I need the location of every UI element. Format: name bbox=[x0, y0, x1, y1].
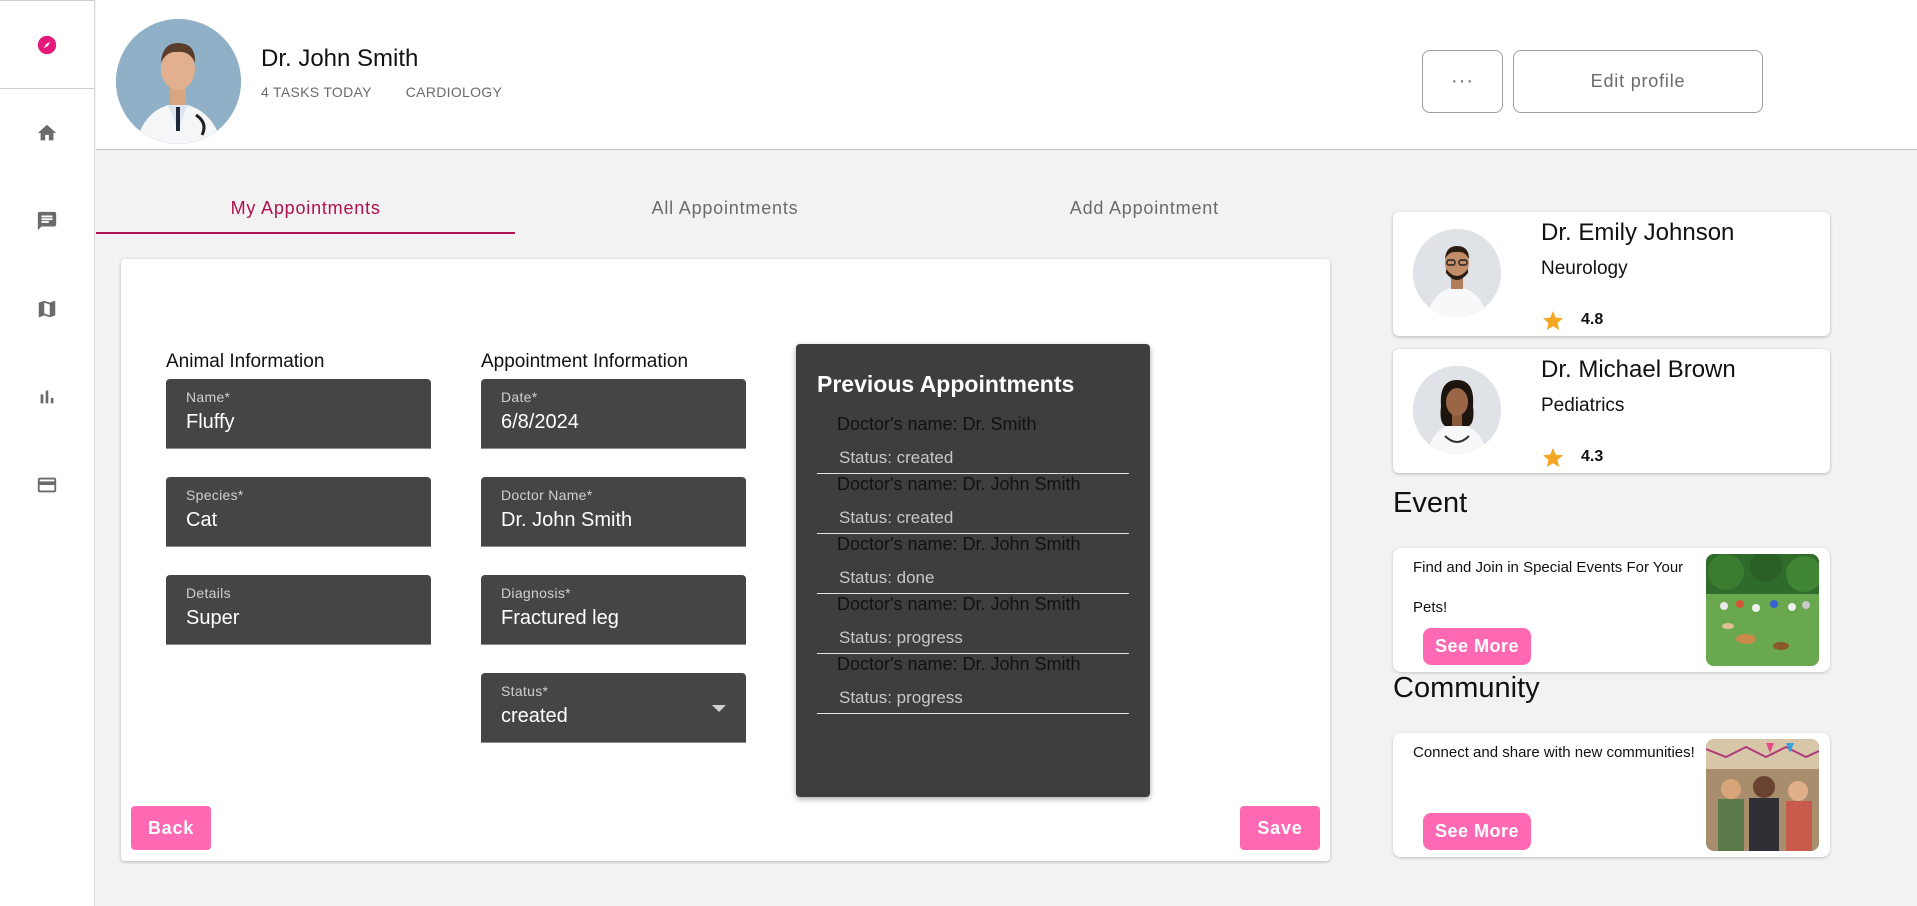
appointment-doctor: Doctor's name: Dr. John Smith bbox=[837, 594, 1081, 614]
appointment-status: Status: created bbox=[839, 448, 954, 467]
field-value: Super bbox=[186, 607, 240, 629]
list-item[interactable]: Doctor's name: Dr. John Smith Status: do… bbox=[817, 534, 1129, 594]
field-label: Diagnosis* bbox=[501, 585, 571, 601]
sidebar-item-payments[interactable] bbox=[0, 441, 94, 529]
chevron-down-icon[interactable] bbox=[712, 705, 726, 712]
field-label: Name* bbox=[186, 389, 231, 405]
back-button[interactable]: Back bbox=[131, 806, 211, 850]
tab-add-appointment[interactable]: Add Appointment bbox=[935, 182, 1354, 234]
sidebar-item-analytics[interactable] bbox=[0, 353, 94, 441]
doctor-name-field[interactable]: Doctor Name* Dr. John Smith bbox=[481, 477, 746, 547]
previous-appointments-panel: Previous Appointments Doctor's name: Dr.… bbox=[796, 344, 1150, 797]
star-icon bbox=[1543, 448, 1563, 467]
appointment-doctor: Doctor's name: Dr. John Smith bbox=[837, 654, 1081, 674]
species-field[interactable]: Species* Cat bbox=[166, 477, 431, 547]
field-label: Species* bbox=[186, 487, 244, 503]
doctor-card-name: Dr. Michael Brown bbox=[1541, 356, 1736, 383]
sidebar bbox=[0, 0, 95, 906]
field-label: Status* bbox=[501, 683, 549, 699]
compass-icon bbox=[37, 35, 57, 54]
sidebar-item-messages[interactable] bbox=[0, 177, 94, 265]
field-label: Details bbox=[186, 585, 231, 601]
community-image bbox=[1706, 739, 1819, 851]
list-item[interactable]: Doctor's name: Dr. Smith Status: created bbox=[817, 414, 1129, 474]
event-description: Find and Join in Special Events For Your… bbox=[1413, 559, 1684, 616]
appointment-status: Status: created bbox=[839, 508, 954, 527]
doctor-card-specialty: Pediatrics bbox=[1541, 395, 1625, 416]
star-icon bbox=[1543, 311, 1563, 330]
appointment-card: Animal Information Appointment Informati… bbox=[121, 259, 1330, 861]
field-value: Cat bbox=[186, 509, 218, 531]
field-value: created bbox=[501, 705, 568, 727]
doctor-name: Dr. John Smith bbox=[261, 45, 419, 72]
tab-all-appointments[interactable]: All Appointments bbox=[515, 182, 934, 234]
field-value: Dr. John Smith bbox=[501, 509, 633, 531]
doctor-card-rating: 4.8 bbox=[1581, 311, 1604, 328]
field-label: Doctor Name* bbox=[501, 487, 593, 503]
doctor-meta: 4 TASKS TODAY CARDIOLOGY bbox=[261, 84, 502, 100]
doctor-card[interactable]: Dr. Emily Johnson Neurology 4.8 bbox=[1393, 212, 1830, 336]
community-heading: Community bbox=[1393, 672, 1540, 704]
appointment-status: Status: done bbox=[839, 568, 935, 587]
map-icon bbox=[38, 300, 56, 318]
department-label: CARDIOLOGY bbox=[405, 84, 503, 100]
sidebar-item-explore[interactable] bbox=[0, 0, 94, 89]
diagnosis-field[interactable]: Diagnosis* Fractured leg bbox=[481, 575, 746, 645]
appointment-status: Status: progress bbox=[839, 688, 963, 707]
appointment-status: Status: progress bbox=[839, 628, 963, 647]
list-item[interactable]: Doctor's name: Dr. John Smith Status: pr… bbox=[817, 594, 1129, 654]
edit-profile-button[interactable]: Edit profile bbox=[1513, 50, 1763, 113]
appointment-info-title: Appointment Information bbox=[481, 351, 689, 372]
list-item[interactable]: Doctor's name: Dr. John Smith Status: cr… bbox=[817, 474, 1129, 534]
field-value: Fractured leg bbox=[501, 607, 619, 629]
sidebar-item-home[interactable] bbox=[0, 89, 94, 177]
doctor-card[interactable]: Dr. Michael Brown Pediatrics 4.3 bbox=[1393, 349, 1830, 473]
event-heading: Event bbox=[1393, 487, 1468, 519]
credit-card-icon bbox=[37, 477, 57, 493]
doctor-card-specialty: Neurology bbox=[1541, 258, 1628, 279]
field-label: Date* bbox=[501, 389, 538, 405]
avatar bbox=[116, 19, 241, 144]
home-icon bbox=[37, 124, 57, 141]
bar-chart-icon bbox=[40, 390, 54, 404]
event-image bbox=[1706, 554, 1819, 666]
animal-info-title: Animal Information bbox=[166, 351, 325, 372]
field-value: Fluffy bbox=[186, 411, 235, 433]
community-card: Connect and share with new communities! … bbox=[1393, 733, 1830, 857]
save-button[interactable]: Save bbox=[1240, 806, 1320, 850]
event-see-more-button[interactable]: See More bbox=[1423, 628, 1531, 665]
field-value: 6/8/2024 bbox=[501, 411, 579, 433]
event-card: Find and Join in Special Events For Your… bbox=[1393, 548, 1830, 672]
appointment-doctor: Doctor's name: Dr. John Smith bbox=[837, 474, 1081, 494]
tasks-count: 4 TASKS TODAY bbox=[261, 84, 372, 100]
appointment-doctor: Doctor's name: Dr. John Smith bbox=[837, 534, 1081, 554]
avatar bbox=[1413, 366, 1501, 454]
avatar bbox=[1413, 229, 1501, 317]
name-field[interactable]: Name* Fluffy bbox=[166, 379, 431, 449]
community-description: Connect and share with new communities! bbox=[1413, 744, 1695, 761]
more-options-button[interactable]: ··· bbox=[1422, 50, 1503, 113]
details-field[interactable]: Details Super bbox=[166, 575, 431, 645]
appointment-doctor: Doctor's name: Dr. Smith bbox=[837, 414, 1037, 434]
doctor-card-rating: 4.3 bbox=[1581, 448, 1604, 465]
doctor-card-name: Dr. Emily Johnson bbox=[1541, 219, 1735, 246]
previous-appointments-list: Doctor's name: Dr. Smith Status: created… bbox=[817, 414, 1129, 714]
appointment-tabs: My Appointments All Appointments Add App… bbox=[96, 182, 1354, 234]
previous-appointments-title: Previous Appointments bbox=[817, 371, 1075, 397]
chat-icon bbox=[37, 211, 57, 231]
list-item[interactable]: Doctor's name: Dr. John Smith Status: pr… bbox=[817, 654, 1129, 714]
sidebar-item-map[interactable] bbox=[0, 265, 94, 353]
date-field[interactable]: Date* 6/8/2024 bbox=[481, 379, 746, 449]
status-select[interactable]: Status* created bbox=[481, 673, 746, 743]
profile-header: Dr. John Smith 4 TASKS TODAY CARDIOLOGY … bbox=[96, 0, 1917, 150]
tab-my-appointments[interactable]: My Appointments bbox=[96, 182, 516, 234]
community-see-more-button[interactable]: See More bbox=[1423, 813, 1531, 850]
